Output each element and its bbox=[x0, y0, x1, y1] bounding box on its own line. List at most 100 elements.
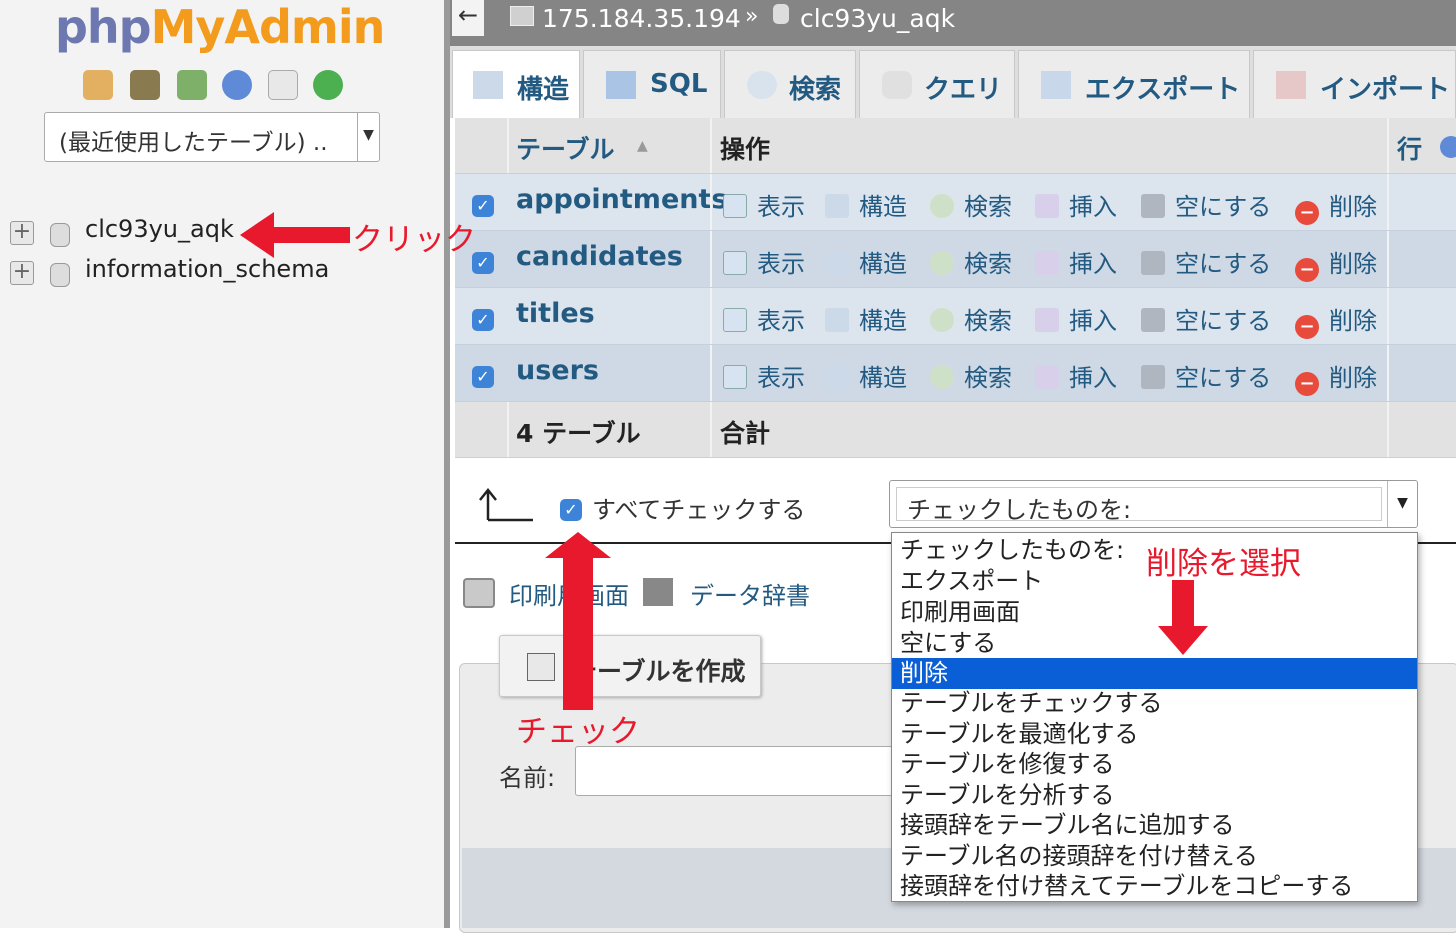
search-action[interactable]: 検索 bbox=[930, 301, 1012, 336]
option-selected[interactable]: 削除 bbox=[892, 658, 1417, 689]
tab-search[interactable]: 検索 bbox=[724, 50, 856, 118]
insert-icon bbox=[1035, 308, 1059, 332]
column-divider bbox=[710, 288, 712, 344]
insert-action[interactable]: 挿入 bbox=[1035, 187, 1117, 222]
table-name-link[interactable]: candidates bbox=[516, 241, 683, 272]
breadcrumb-database[interactable]: clc93yu_aqk bbox=[800, 4, 955, 33]
reload-icon[interactable] bbox=[313, 70, 343, 100]
search-action[interactable]: 検索 bbox=[930, 244, 1012, 279]
empty-action[interactable]: 空にする bbox=[1141, 187, 1271, 222]
empty-icon bbox=[1141, 365, 1165, 389]
tree-item-db-1[interactable]: + clc93yu_aqk bbox=[10, 215, 250, 249]
column-header-rows[interactable]: 行 bbox=[1397, 130, 1422, 166]
empty-action[interactable]: 空にする bbox=[1141, 244, 1271, 279]
tree-item-label[interactable]: information_schema bbox=[85, 255, 329, 283]
column-header-table[interactable]: テーブル bbox=[516, 130, 615, 166]
tab-structure[interactable]: 構造 bbox=[452, 50, 580, 118]
table-name-link[interactable]: titles bbox=[516, 298, 595, 329]
search-action[interactable]: 検索 bbox=[930, 358, 1012, 393]
insert-icon bbox=[1035, 251, 1059, 275]
delete-icon: − bbox=[1295, 258, 1319, 282]
option[interactable]: 接頭辞を付け替えてテーブルをコピーする bbox=[892, 871, 1417, 902]
logout-icon[interactable] bbox=[130, 70, 160, 100]
browse-action[interactable]: 表示 bbox=[723, 358, 805, 393]
breadcrumb-server[interactable]: 175.184.35.194 bbox=[542, 4, 741, 33]
arrow-up-icon bbox=[479, 488, 533, 522]
browse-action[interactable]: 表示 bbox=[723, 244, 805, 279]
with-selected-select[interactable]: チェックしたものを: ▼ bbox=[889, 480, 1418, 528]
annotation-click: クリック bbox=[352, 222, 476, 258]
option[interactable]: 接頭辞をテーブル名に追加する bbox=[892, 810, 1417, 841]
chevron-down-icon: ▼ bbox=[357, 113, 379, 161]
tab-sql[interactable]: SQL bbox=[583, 50, 721, 118]
row-checkbox[interactable]: ✓ bbox=[472, 366, 494, 388]
structure-icon bbox=[825, 194, 849, 218]
table-count: 4 テーブル bbox=[516, 419, 641, 448]
row-checkbox[interactable]: ✓ bbox=[472, 309, 494, 331]
recent-tables-select[interactable]: (最近使用したテーブル) .. ▼ bbox=[44, 112, 380, 162]
structure-action[interactable]: 構造 bbox=[825, 301, 907, 336]
search-action[interactable]: 検索 bbox=[930, 187, 1012, 222]
sql-icon bbox=[606, 71, 636, 99]
query-window-icon[interactable] bbox=[177, 70, 207, 100]
drop-action[interactable]: − 削除 bbox=[1295, 301, 1377, 339]
check-all-checkbox[interactable]: ✓ bbox=[560, 499, 582, 521]
option[interactable]: テーブルを修復する bbox=[892, 749, 1417, 780]
phpmyadmin-logo[interactable]: phpMyAdmin bbox=[55, 0, 385, 54]
print-icon[interactable] bbox=[463, 578, 495, 608]
help-icon[interactable] bbox=[222, 70, 252, 100]
select-value: チェックしたものを: bbox=[896, 487, 1382, 524]
option[interactable]: テーブルを分析する bbox=[892, 780, 1417, 811]
data-dictionary-icon[interactable] bbox=[643, 578, 673, 606]
collapse-nav-icon[interactable]: ← bbox=[452, 0, 484, 36]
documentation-icon[interactable] bbox=[268, 70, 298, 100]
browse-action[interactable]: 表示 bbox=[723, 301, 805, 336]
structure-action[interactable]: 構造 bbox=[825, 187, 907, 222]
data-dictionary-link[interactable]: データ辞書 bbox=[690, 576, 810, 611]
tab-query[interactable]: クエリ bbox=[859, 50, 1015, 118]
insert-action[interactable]: 挿入 bbox=[1035, 244, 1117, 279]
insert-action[interactable]: 挿入 bbox=[1035, 358, 1117, 393]
home-icon[interactable] bbox=[83, 70, 113, 100]
table-row: ✓ appointments 表示 構造 検索 挿入 空にする − 削除 bbox=[455, 174, 1456, 231]
option[interactable]: テーブルを最適化する bbox=[892, 719, 1417, 750]
panel-divider[interactable] bbox=[444, 0, 450, 928]
option[interactable]: 印刷用画面 bbox=[892, 597, 1417, 628]
help-icon[interactable] bbox=[1440, 136, 1456, 158]
option[interactable]: 空にする bbox=[892, 628, 1417, 659]
annotation-check: チェック bbox=[516, 714, 640, 750]
tree-item-db-2[interactable]: + information_schema bbox=[10, 255, 350, 289]
tree-item-label[interactable]: clc93yu_aqk bbox=[85, 215, 234, 243]
check-all-label[interactable]: すべてチェックする bbox=[592, 490, 805, 525]
expand-icon[interactable]: + bbox=[10, 221, 34, 245]
table-name-link[interactable]: users bbox=[516, 355, 599, 386]
query-icon bbox=[882, 71, 912, 99]
option[interactable]: テーブルをチェックする bbox=[892, 688, 1417, 719]
insert-action[interactable]: 挿入 bbox=[1035, 301, 1117, 336]
table-name-link[interactable]: appointments bbox=[516, 184, 727, 215]
browse-icon bbox=[723, 251, 747, 275]
empty-action[interactable]: 空にする bbox=[1141, 301, 1271, 336]
column-divider bbox=[507, 118, 509, 173]
column-divider bbox=[710, 345, 712, 401]
drop-action[interactable]: − 削除 bbox=[1295, 187, 1377, 225]
expand-icon[interactable]: + bbox=[10, 261, 34, 285]
tab-import[interactable]: インポート bbox=[1253, 50, 1456, 118]
column-divider bbox=[1387, 118, 1389, 173]
search-icon bbox=[747, 71, 777, 99]
create-table-button[interactable]: テーブルを作成 bbox=[499, 635, 761, 697]
tab-export[interactable]: エクスポート bbox=[1018, 50, 1250, 118]
sort-icon[interactable]: ▲ bbox=[637, 138, 648, 154]
structure-icon bbox=[473, 71, 503, 99]
search-icon bbox=[930, 308, 954, 332]
option[interactable]: テーブル名の接頭辞を付け替える bbox=[892, 841, 1417, 872]
browse-action[interactable]: 表示 bbox=[723, 187, 805, 222]
structure-action[interactable]: 構造 bbox=[825, 358, 907, 393]
empty-action[interactable]: 空にする bbox=[1141, 358, 1271, 393]
structure-action[interactable]: 構造 bbox=[825, 244, 907, 279]
column-divider bbox=[710, 118, 712, 173]
table-name-input[interactable] bbox=[575, 746, 895, 796]
column-divider bbox=[1387, 288, 1389, 344]
drop-action[interactable]: − 削除 bbox=[1295, 244, 1377, 282]
drop-action[interactable]: − 削除 bbox=[1295, 358, 1377, 396]
